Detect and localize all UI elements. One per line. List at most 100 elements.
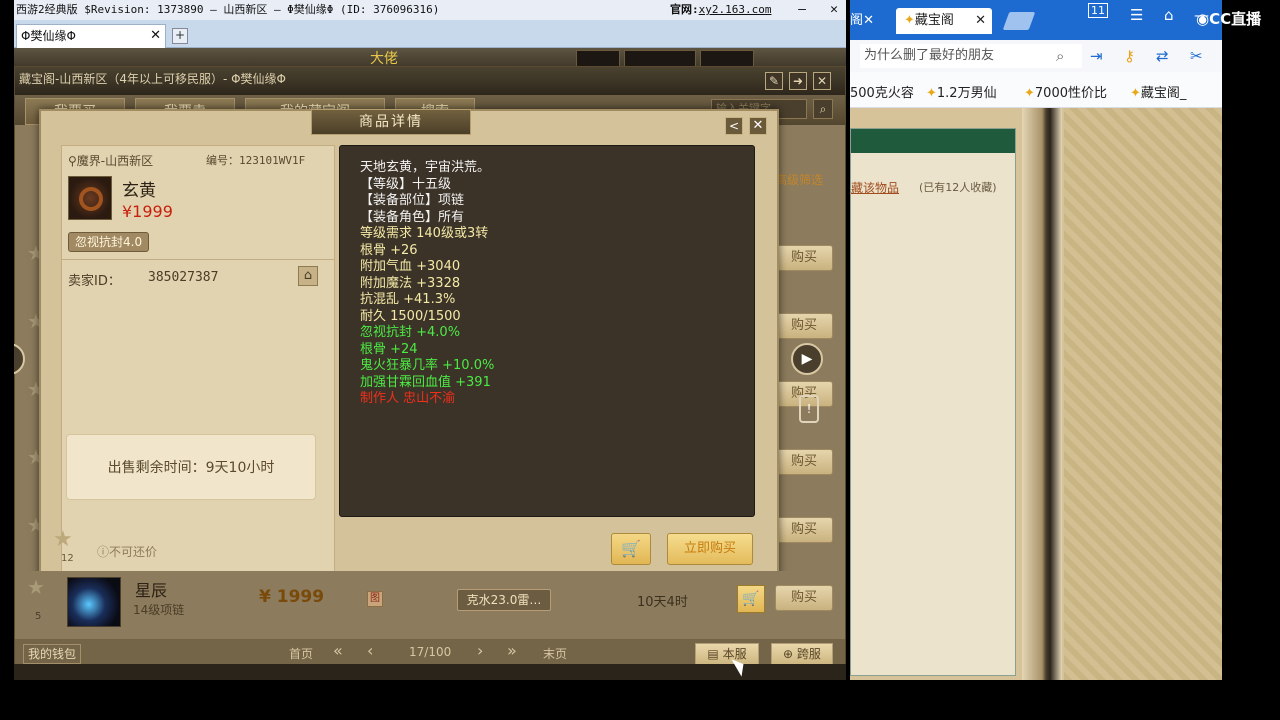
tab-previous[interactable]: 阁 ✕ [850, 8, 890, 34]
location-pin-icon: ⚲ [68, 154, 77, 168]
add-to-cart-button[interactable]: 🛒 [611, 533, 651, 565]
translate-icon[interactable]: ⇄ [1156, 47, 1169, 65]
double-left-icon[interactable]: « [333, 641, 343, 660]
prev-arrow-icon[interactable] [14, 343, 25, 375]
buy-now-button[interactable]: 立即购买 [667, 533, 753, 565]
menu-icon[interactable]: ☰ [1130, 6, 1143, 24]
bookmark-label: 7000性价比 [1034, 86, 1107, 101]
bookmark-item[interactable]: 500克火容 [850, 82, 914, 101]
scissors-icon[interactable]: ✂ [1190, 47, 1203, 65]
cart-icon: 🛒 [621, 539, 641, 558]
home-icon[interactable]: ⌂ [298, 266, 318, 286]
serial-number: 编号：123101WV1F [206, 154, 306, 167]
share-icon[interactable]: < [725, 117, 743, 135]
buy-button[interactable]: 购买 [775, 245, 833, 271]
login-icon[interactable]: ⇥ [1090, 47, 1103, 65]
site-icon: ✦ [904, 13, 915, 28]
official-site[interactable]: 官网:xy2.163.com [670, 0, 771, 20]
export-icon[interactable]: ➜ [789, 72, 807, 90]
cc-logo-icon: ◉ [1196, 10, 1210, 28]
buy-button[interactable]: 购买 [775, 585, 833, 611]
attribute-list: 天地玄黄，宇宙洪荒。 【等级】十五级 【装备部位】项链 【装备角色】所有 等级需求 14… [360, 160, 494, 408]
this-server-button[interactable]: ▤ 本服 [695, 643, 759, 665]
buy-button[interactable]: 购买 [775, 313, 833, 339]
panel-title: 藏宝阁-山西新区（4年以上可移民服）- Φ樊仙缘Φ [19, 72, 287, 86]
no-bargain-text: 不可还价 [109, 545, 158, 559]
site-url[interactable]: xy2.163.com [699, 3, 772, 16]
tab-character[interactable]: Φ樊仙缘Φ ✕ [16, 24, 166, 48]
minimize-icon[interactable]: — [790, 0, 814, 20]
tab-close-icon[interactable]: ✕ [150, 25, 161, 47]
cross-server-button[interactable]: ⊕ 跨服 [771, 643, 833, 665]
attribute-line: 等级需求 140级或3转 [360, 226, 489, 241]
new-tab-icon[interactable] [1002, 12, 1036, 30]
table-row[interactable]: ★ 5 星辰 14级项链 ¥ 1999 图 克水23.0雷… 10天4时 🛒 购… [15, 571, 845, 637]
info-icon[interactable]: ! [799, 395, 819, 423]
shirt-icon[interactable]: ⌂ [1164, 6, 1174, 24]
tab-count-badge[interactable]: 11 [1088, 3, 1108, 18]
remaining-time: 10天4时 [637, 595, 688, 610]
game-window: 西游2经典版 $Revision: 1373890 — 山西新区 — Φ樊仙缘Φ… [14, 0, 846, 680]
wallet-button[interactable]: 我的钱包 [23, 644, 82, 664]
attribute-line: 加强甘霖回血值 +391 [360, 374, 491, 390]
star-icon: ✦ [1130, 86, 1141, 101]
location: ⚲魔界-山西新区 [68, 152, 153, 169]
star-count: 5 [35, 611, 42, 622]
double-right-icon[interactable]: » [507, 641, 517, 660]
badge-icon: 图 [367, 591, 383, 607]
close-icon[interactable]: ✕ [813, 72, 831, 90]
product-detail-dialog: 商品详情 < ✕ ⚲魔界-山西新区 编号：123101WV1F 玄黄 ¥1999… [39, 109, 779, 583]
key-icon[interactable]: ⚷ [1124, 47, 1135, 65]
globe-icon: ⊕ [783, 647, 797, 661]
first-page-link[interactable]: 首页 [289, 645, 313, 662]
item-price: ¥ 1999 [259, 587, 325, 607]
attribute-line: 制作人 忠山不渝 [360, 391, 456, 406]
star-icon[interactable]: ★ [25, 575, 47, 599]
buy-button[interactable]: 购买 [775, 517, 833, 543]
chevron-right-icon[interactable]: › [477, 641, 483, 660]
divider [62, 259, 334, 260]
bookmark-item[interactable]: ✦藏宝阁_ [1130, 82, 1186, 101]
game-taskbar [14, 664, 846, 680]
bookmark-label: 1.2万男仙 [936, 86, 997, 101]
search-icon[interactable]: ⌕ [813, 99, 833, 119]
tab-label: Φ樊仙缘Φ [21, 29, 76, 43]
close-icon[interactable]: ✕ [749, 117, 767, 135]
last-page-link[interactable]: 末页 [543, 645, 567, 662]
server-icon: ▤ [707, 647, 723, 661]
bookmark-label: 藏宝阁_ [1140, 86, 1187, 101]
tab-treasure-pavilion[interactable]: ✦藏宝阁 ✕ [896, 8, 992, 34]
no-bargain-label: ⓘ不可还价 [97, 543, 157, 560]
browser-window: 阁 ✕ ✦藏宝阁 ✕ 11 ☰ ⌂ — 为什么删了最好的朋友 ⌕ ⇥ ⚷ ⇄ ✂ 5… [850, 0, 1222, 680]
next-arrow-icon[interactable]: ▶ [791, 343, 823, 375]
tab-close-icon[interactable]: ✕ [975, 8, 986, 34]
star-count: 12 [61, 553, 74, 564]
feature-tag: 克水23.0雷… [457, 589, 551, 611]
buy-button[interactable]: 购买 [775, 449, 833, 475]
card-header [851, 129, 1015, 153]
panel-header: 藏宝阁-山西新区（4年以上可移民服）- Φ樊仙缘Φ ✎ ➜ ✕ [15, 67, 845, 95]
edit-icon[interactable]: ✎ [765, 72, 783, 90]
attribute-line: 根骨 +26 [360, 242, 418, 258]
attribute-line: 抗混乱 +41.3% [360, 292, 456, 307]
bookmark-item[interactable]: ✦7000性价比 [1024, 82, 1107, 101]
tab-close-icon[interactable]: ✕ [863, 8, 874, 34]
chevron-left-icon[interactable]: ‹ [367, 641, 373, 660]
search-icon[interactable]: ⌕ [1056, 47, 1064, 65]
close-icon[interactable]: ✕ [822, 0, 846, 20]
search-input[interactable]: 为什么删了最好的朋友 [860, 44, 1082, 68]
item-card: 藏该物品 (已有12人收藏) [850, 128, 1016, 676]
bookmark-item[interactable]: ✦1.2万男仙 [926, 82, 997, 101]
attribute-line: 天地玄黄，宇宙洪荒。 [360, 160, 491, 175]
favorite-link[interactable]: 藏该物品 [851, 179, 899, 196]
browser-tabbar: 阁 ✕ ✦藏宝阁 ✕ 11 ☰ ⌂ — [850, 0, 1222, 40]
bead-icon [79, 187, 103, 211]
browser-page: 藏该物品 (已有12人收藏) [850, 108, 1222, 680]
cart-icon[interactable]: 🛒 [737, 585, 765, 613]
add-tab-icon[interactable]: + [172, 28, 188, 44]
game-scene-strip: 大佬 [14, 48, 846, 68]
star-icon[interactable]: ★ [53, 527, 73, 552]
advanced-filter[interactable]: 高级筛选 [775, 171, 823, 188]
star-icon: ✦ [926, 86, 937, 101]
tab-label: 阁 [850, 13, 864, 28]
